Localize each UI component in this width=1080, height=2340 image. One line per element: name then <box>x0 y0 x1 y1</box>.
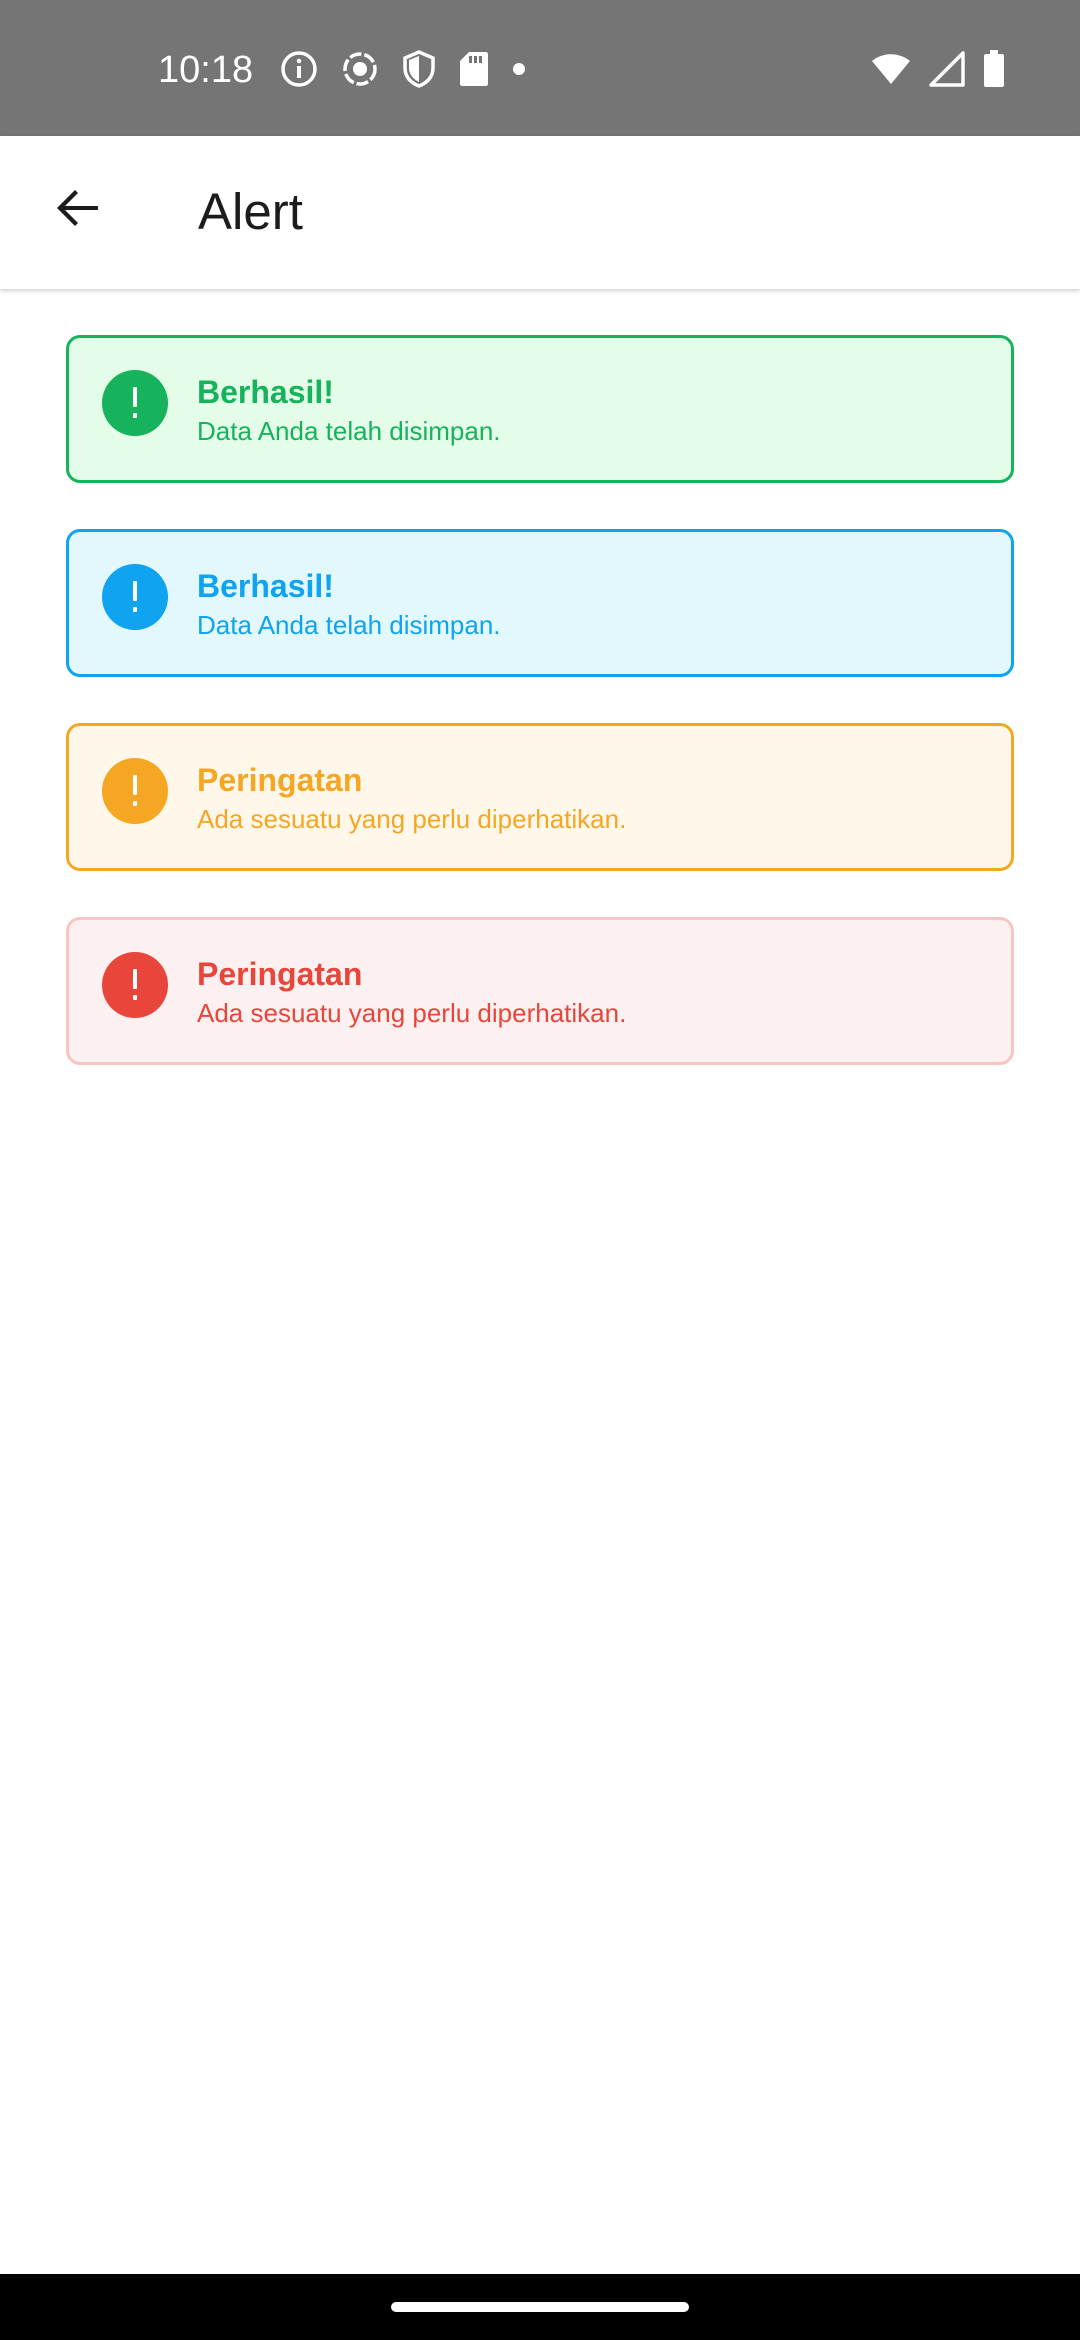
alert-success: Berhasil! Data Anda telah disimpan. <box>66 335 1014 483</box>
alert-message: Data Anda telah disimpan. <box>197 610 501 640</box>
alert-message: Ada sesuatu yang perlu diperhatikan. <box>197 804 627 834</box>
status-time: 10:18 <box>158 49 254 91</box>
exclamation-circle-icon <box>102 952 168 1018</box>
dot-icon <box>512 62 526 81</box>
alert-message: Data Anda telah disimpan. <box>197 416 501 446</box>
arrow-back-icon <box>54 184 102 237</box>
record-icon <box>341 50 379 93</box>
alert-danger: Peringatan Ada sesuatu yang perlu diperh… <box>66 917 1014 1065</box>
alert-title: Peringatan <box>197 762 363 798</box>
exclamation-circle-icon <box>102 758 168 824</box>
sd-card-icon <box>459 51 489 92</box>
alert-list: Berhasil! Data Anda telah disimpan. Berh… <box>66 335 1014 1111</box>
status-icons-left <box>280 49 549 93</box>
alert-warning: Peringatan Ada sesuatu yang perlu diperh… <box>66 723 1014 871</box>
alert-title: Berhasil! <box>197 374 334 410</box>
alert-info: Berhasil! Data Anda telah disimpan. <box>66 529 1014 677</box>
status-bar: 10:18 <box>0 0 1080 136</box>
alert-title: Peringatan <box>197 956 363 992</box>
status-icons-right <box>853 49 1005 93</box>
exclamation-circle-icon <box>102 370 168 436</box>
back-button[interactable] <box>36 168 120 252</box>
info-icon <box>280 50 318 93</box>
exclamation-circle-icon <box>102 564 168 630</box>
shield-icon <box>402 49 436 93</box>
alert-message: Ada sesuatu yang perlu diperhatikan. <box>197 998 627 1028</box>
battery-icon <box>983 49 1005 93</box>
navigation-bar <box>0 2274 1080 2340</box>
wifi-icon <box>871 52 911 91</box>
alert-title: Berhasil! <box>197 568 334 604</box>
page-title: Alert <box>198 183 303 240</box>
home-gesture-handle[interactable] <box>391 2302 689 2312</box>
cellular-signal-icon <box>929 50 965 92</box>
app-bar: Alert <box>0 136 1080 289</box>
